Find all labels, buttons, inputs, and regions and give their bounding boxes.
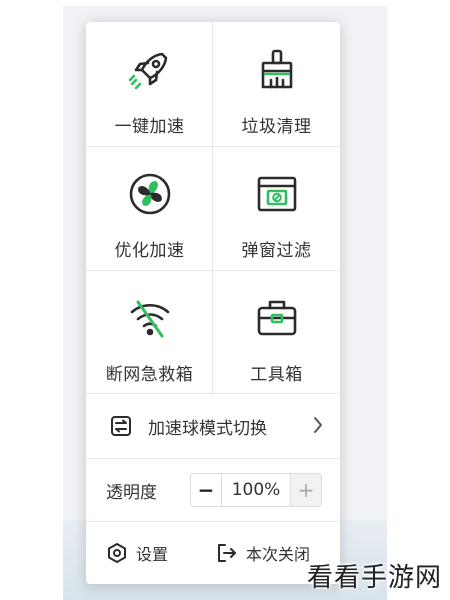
network-first-aid-button[interactable]: 断网急救箱 xyxy=(86,270,213,394)
opacity-decrease-button[interactable]: − xyxy=(191,474,222,506)
one-click-boost-label: 一键加速 xyxy=(114,117,185,137)
network-first-aid-label: 断网急救箱 xyxy=(105,365,194,385)
opacity-increase-button[interactable]: + xyxy=(290,474,321,506)
mode-switch-row[interactable]: 加速球模式切换 xyxy=(86,394,340,458)
opacity-label: 透明度 xyxy=(106,482,157,503)
optimize-boost-button[interactable]: 优化加速 xyxy=(86,146,213,270)
mode-switch-label: 加速球模式切换 xyxy=(148,418,267,439)
settings-button[interactable]: 设置 xyxy=(106,522,168,584)
junk-cleanup-label: 垃圾清理 xyxy=(241,117,312,137)
opacity-stepper: − 100% + xyxy=(190,473,322,507)
watermark-text: 看看手游网 xyxy=(306,563,442,593)
toolbox-label: 工具箱 xyxy=(250,365,303,385)
exit-icon xyxy=(216,542,238,564)
bottom-actions: 设置 本次关闭 xyxy=(86,522,340,584)
close-this-time-label: 本次关闭 xyxy=(246,545,311,564)
toolbox-button[interactable]: 工具箱 xyxy=(213,270,340,394)
one-click-boost-button[interactable]: 一键加速 xyxy=(86,22,213,146)
popup-block-icon xyxy=(253,170,301,218)
toolbox-icon xyxy=(253,294,301,342)
popup-filter-button[interactable]: 弹窗过滤 xyxy=(213,146,340,270)
switch-icon xyxy=(110,415,132,437)
feature-grid: 一键加速 垃圾清理 优化加速 弹窗过滤 断网急救箱 工具箱 xyxy=(86,22,340,394)
fan-icon xyxy=(126,170,174,218)
settings-label: 设置 xyxy=(136,545,169,564)
popup-filter-label: 弹窗过滤 xyxy=(241,241,312,261)
opacity-row: 透明度 − 100% + xyxy=(86,459,340,521)
opacity-value[interactable]: 100% xyxy=(222,474,290,506)
rocket-icon xyxy=(126,46,174,94)
chevron-right-icon xyxy=(312,415,324,435)
wifi-off-icon xyxy=(126,294,174,342)
accelerator-popup-menu: 一键加速 垃圾清理 优化加速 弹窗过滤 断网急救箱 工具箱 加速球模式切换 透明… xyxy=(86,22,340,584)
close-this-time-button[interactable]: 本次关闭 xyxy=(216,522,310,584)
junk-cleanup-button[interactable]: 垃圾清理 xyxy=(213,22,340,146)
broom-icon xyxy=(253,46,301,94)
optimize-boost-label: 优化加速 xyxy=(114,241,185,261)
gear-icon xyxy=(106,542,128,564)
